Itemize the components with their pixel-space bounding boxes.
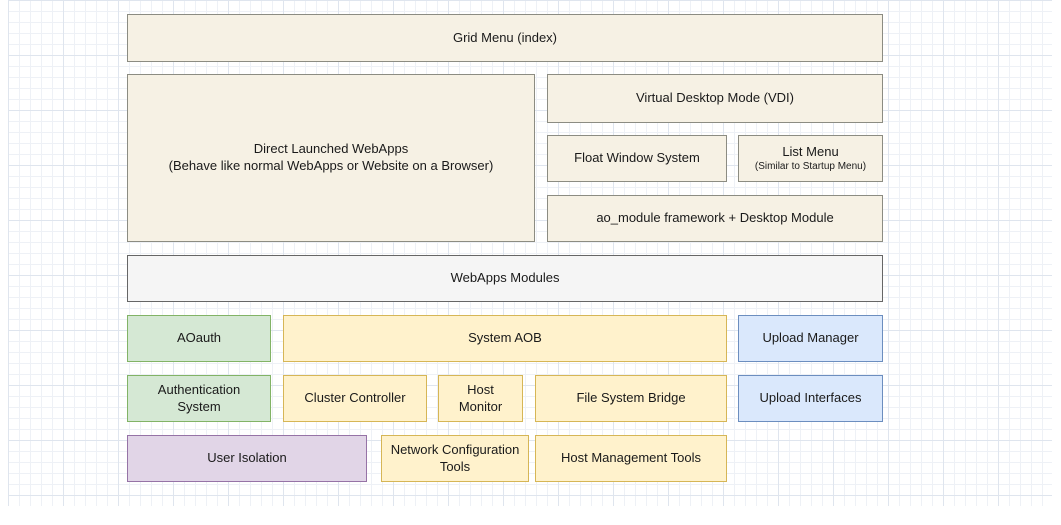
node-label: Host Monitor xyxy=(447,382,514,416)
node-label: Upload Interfaces xyxy=(760,390,862,407)
node-label: Direct Launched WebApps xyxy=(254,141,408,158)
node-label: User Isolation xyxy=(207,450,286,467)
node-label: ao_module framework + Desktop Module xyxy=(596,210,833,227)
node-direct-launched-webapps: Direct Launched WebApps (Behave like nor… xyxy=(127,74,535,242)
node-grid-menu: Grid Menu (index) xyxy=(127,14,883,62)
node-label: System AOB xyxy=(468,330,542,347)
node-upload-manager: Upload Manager xyxy=(738,315,883,362)
node-label: Authentication System xyxy=(136,382,262,416)
node-label: Virtual Desktop Mode (VDI) xyxy=(636,90,794,107)
node-float-window-system: Float Window System xyxy=(547,135,727,182)
node-label: Network Configuration Tools xyxy=(390,442,520,476)
node-system-aob: System AOB xyxy=(283,315,727,362)
node-webapps-modules: WebApps Modules xyxy=(127,255,883,302)
diagram-page: Grid Menu (index) Direct Launched WebApp… xyxy=(0,0,1061,525)
node-cluster-controller: Cluster Controller xyxy=(283,375,427,422)
node-ao-module-framework: ao_module framework + Desktop Module xyxy=(547,195,883,242)
node-user-isolation: User Isolation xyxy=(127,435,367,482)
node-upload-interfaces: Upload Interfaces xyxy=(738,375,883,422)
node-aoauth: AOauth xyxy=(127,315,271,362)
node-authentication-system: Authentication System xyxy=(127,375,271,422)
node-list-menu: List Menu (Similar to Startup Menu) xyxy=(738,135,883,182)
node-label: List Menu xyxy=(782,144,838,161)
node-file-system-bridge: File System Bridge xyxy=(535,375,727,422)
node-label: Grid Menu (index) xyxy=(453,30,557,47)
node-virtual-desktop-mode: Virtual Desktop Mode (VDI) xyxy=(547,74,883,123)
node-label: WebApps Modules xyxy=(451,270,560,287)
node-sublabel: (Behave like normal WebApps or Website o… xyxy=(169,158,494,175)
node-label: AOauth xyxy=(177,330,221,347)
node-sublabel: (Similar to Startup Menu) xyxy=(755,160,866,173)
node-network-configuration-tools: Network Configuration Tools xyxy=(381,435,529,482)
node-label: File System Bridge xyxy=(576,390,685,407)
node-host-management-tools: Host Management Tools xyxy=(535,435,727,482)
node-label: Upload Manager xyxy=(762,330,858,347)
node-label: Cluster Controller xyxy=(304,390,405,407)
node-label: Float Window System xyxy=(574,150,700,167)
node-label: Host Management Tools xyxy=(561,450,701,467)
node-host-monitor: Host Monitor xyxy=(438,375,523,422)
